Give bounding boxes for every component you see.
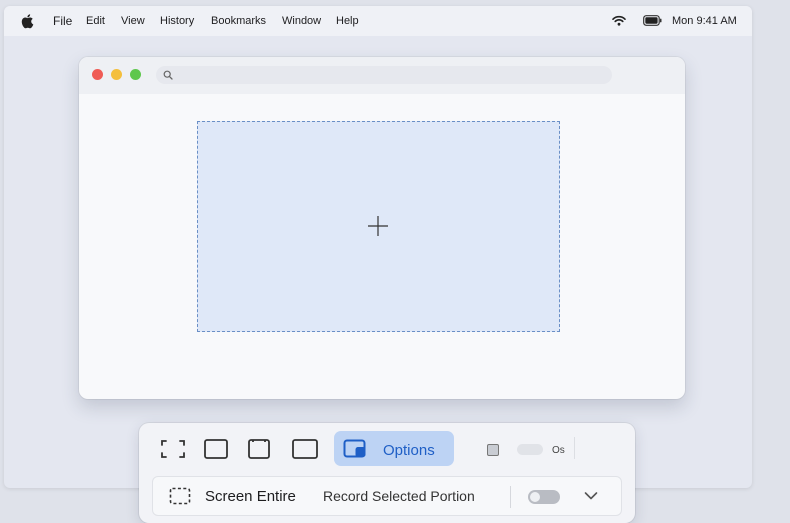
record-selected-portion-option[interactable]: Record Selected Portion — [323, 488, 475, 505]
capture-entire-screen-button[interactable] — [159, 437, 187, 461]
mini-toggle[interactable] — [517, 444, 543, 455]
record-entire-screen-button[interactable] — [291, 437, 319, 461]
divider — [574, 437, 575, 459]
menu-view[interactable]: View — [121, 15, 145, 28]
menu-bar-clock[interactable]: Mon 9:41 AM — [672, 15, 737, 28]
close-button[interactable] — [92, 69, 103, 80]
menu-history[interactable]: History — [160, 15, 194, 28]
record-entire-screen-icon — [292, 439, 318, 459]
apple-logo-icon[interactable] — [20, 13, 34, 29]
minimize-button[interactable] — [111, 69, 122, 80]
capture-toggle[interactable] — [528, 490, 560, 504]
record-selection-icon — [343, 439, 366, 458]
options-button[interactable]: Options — [334, 431, 454, 466]
options-label: Options — [383, 442, 435, 459]
menu-edit[interactable]: Edit — [86, 15, 105, 28]
capture-window-icon — [204, 439, 228, 459]
toggle-knob — [530, 492, 540, 502]
crosshair-icon — [368, 216, 388, 236]
menu-bar: File Edit View History Bookmarks Window … — [4, 6, 752, 36]
chevron-down-icon[interactable] — [584, 491, 598, 501]
screen-entire-option[interactable]: Screen Entire — [205, 488, 296, 505]
browser-titlebar — [79, 57, 685, 94]
desktop: File Edit View History Bookmarks Window … — [4, 6, 752, 488]
menu-file[interactable]: File — [53, 15, 72, 28]
capture-selection-area[interactable] — [197, 121, 560, 332]
wifi-icon[interactable] — [612, 15, 626, 26]
capture-selection-icon — [248, 439, 270, 459]
menu-window[interactable]: Window — [282, 15, 321, 28]
browser-window — [79, 57, 685, 399]
zoom-button[interactable] — [130, 69, 141, 80]
capture-window-button[interactable] — [202, 437, 230, 461]
address-search-field[interactable] — [156, 66, 612, 84]
stop-indicator[interactable] — [487, 444, 499, 456]
divider — [510, 486, 511, 508]
capture-mode-row: Screen Entire Record Selected Portion — [152, 476, 622, 516]
toggle-label: Os — [552, 445, 565, 456]
battery-icon[interactable] — [643, 15, 662, 26]
search-icon — [163, 70, 173, 80]
capture-selection-button[interactable] — [245, 437, 273, 461]
screen-selection-icon — [169, 487, 191, 505]
screenshot-toolbar: Options Os Screen Entire Record Selected… — [139, 423, 635, 523]
menu-bookmarks[interactable]: Bookmarks — [211, 15, 266, 28]
capture-entire-screen-icon — [161, 440, 185, 458]
menu-help[interactable]: Help — [336, 15, 359, 28]
